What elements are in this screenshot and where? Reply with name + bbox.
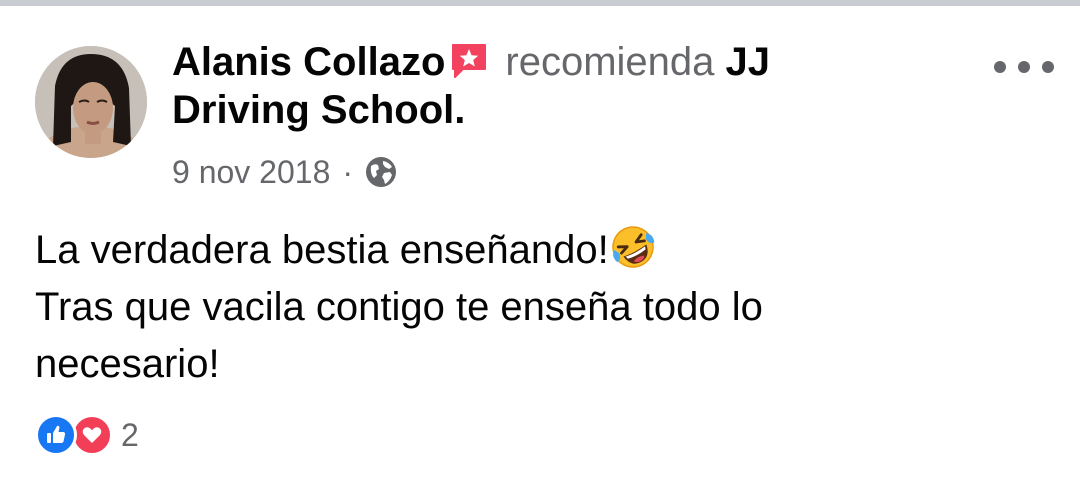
recommend-badge-icon	[449, 41, 489, 81]
author-name[interactable]: Alanis Collazo	[172, 40, 445, 84]
love-reaction-icon	[71, 414, 113, 456]
meta-separator: ·	[342, 154, 354, 190]
post-date[interactable]: 9 nov 2018	[172, 151, 330, 193]
post-text: La verdadera bestia enseñando! Tras que …	[35, 222, 1045, 393]
globe-icon	[365, 156, 397, 188]
reaction-count: 2	[121, 416, 139, 453]
post-text-line: La verdadera bestia enseñando!	[35, 222, 1045, 279]
post-text-line-2: Tras que vacila contigo te enseña todo l…	[35, 285, 763, 329]
rolling-on-floor-laughing-emoji	[609, 223, 657, 271]
post-text-line-1: La verdadera bestia enseñando!	[35, 228, 609, 272]
more-options-icon	[994, 61, 1006, 73]
recommend-action-text: recomienda	[505, 40, 715, 84]
like-reaction-icon	[35, 414, 77, 456]
avatar[interactable]	[35, 46, 147, 158]
more-options-icon	[1018, 61, 1030, 73]
more-options-icon	[1042, 61, 1054, 73]
top-divider	[0, 0, 1080, 6]
more-options-button[interactable]	[994, 52, 1054, 82]
post-meta: 9 nov 2018 ·	[172, 151, 397, 193]
post-header: Alanis Collazo recomienda JJ Driving Scho…	[172, 38, 872, 134]
post-text-line-3: necesario!	[35, 342, 220, 386]
reactions-summary[interactable]: 2	[35, 414, 139, 456]
